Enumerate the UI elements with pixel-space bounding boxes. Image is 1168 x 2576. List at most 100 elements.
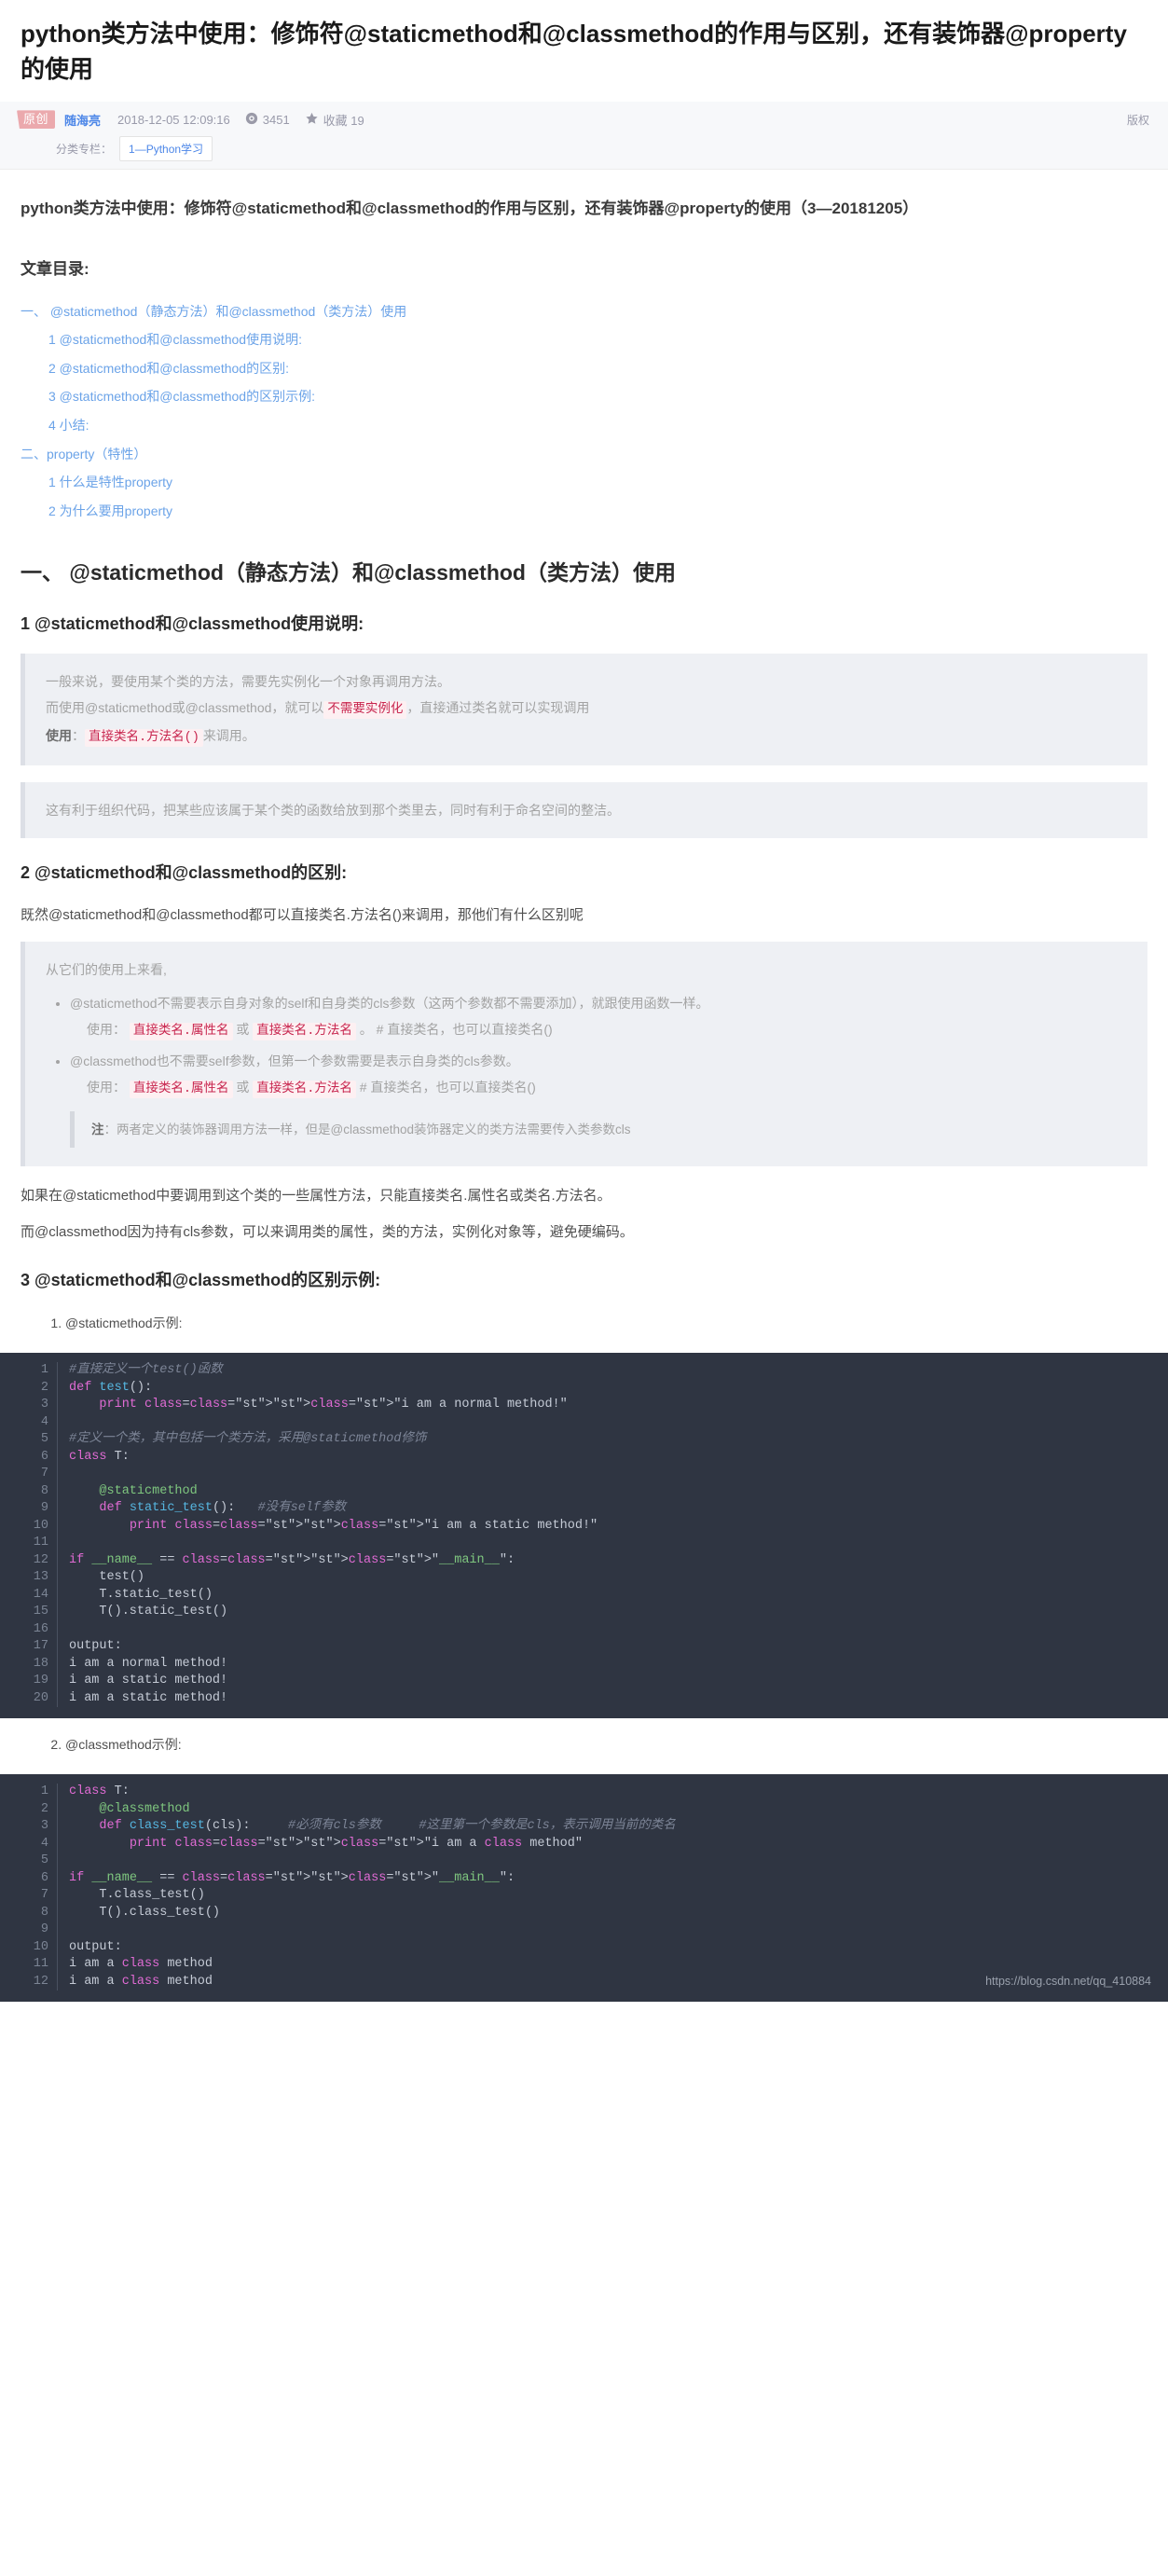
code-line: @classmethod: [99, 1801, 190, 1816]
usage-line: 使用： 直接类名.属性名 或 直接类名.方法名 。 # 直接类名，也可以直接类名…: [70, 1016, 1131, 1044]
line-number: 15: [33, 1605, 48, 1619]
line-number: 18: [33, 1656, 48, 1671]
page-title: python类方法中使用：修饰符@staticmethod和@classmeth…: [21, 20, 1127, 83]
inline-code: 直接类名.方法名: [253, 1023, 356, 1041]
list-item: @classmethod示例:: [65, 1731, 1147, 1757]
note-box-3: 从它们的使用上来看, @staticmethod不需要表示自身对象的self和自…: [21, 942, 1147, 1167]
code-line: output:: [69, 1639, 122, 1654]
line-number: 10: [33, 1518, 48, 1533]
view-count-value: 3451: [262, 112, 290, 127]
eye-icon: [245, 112, 263, 128]
line-number: 10: [33, 1939, 48, 1954]
code-line: #定义一个类，其中包括一个类方法，采用@staticmethod修饰: [69, 1432, 427, 1447]
author-link[interactable]: 随海亮: [64, 111, 101, 129]
line-number: 19: [33, 1674, 48, 1688]
meta-row-primary: 原创 随海亮 2018-12-05 12:09:16 3451 收藏 19: [0, 108, 1168, 131]
code-line: i am a normal method!: [69, 1656, 228, 1671]
line-number: 12: [33, 1552, 48, 1567]
note-text: ，直接通过类名就可以实现调用: [406, 699, 590, 715]
line-number: 7: [40, 1888, 48, 1903]
note-line: 而使用@staticmethod或@classmethod，就可以 不需要实例化，…: [46, 695, 1131, 723]
code-line: @staticmethod: [99, 1483, 198, 1498]
code-line: print class=class="st">"st">class="st">"…: [129, 1518, 598, 1533]
code-text[interactable]: class T: @classmethod def class_test(cls…: [58, 1784, 1168, 1991]
code-line: print class=class="st">"st">class="st">"…: [129, 1836, 583, 1851]
toc-link[interactable]: 1 @staticmethod和@classmethod使用说明:: [21, 325, 302, 353]
watermark-url: https://blog.csdn.net/qq_410884: [985, 1975, 1151, 1989]
code-line: i am a static method!: [69, 1674, 228, 1688]
example-list-2: @classmethod示例:: [21, 1731, 1147, 1757]
note-text: ：: [72, 727, 85, 743]
inline-code: 直接类名.方法名: [253, 1081, 356, 1099]
code-text[interactable]: #直接定义一个test()函数 def test(): print class=c…: [58, 1362, 1168, 1707]
note-text: 而使用@staticmethod或@classmethod，就可以: [46, 699, 324, 715]
line-number: 16: [33, 1621, 48, 1636]
paragraph-tail-2: 而@classmethod因为持有cls参数，可以来调用类的属性，类的方法，实例…: [21, 1223, 634, 1240]
section-heading-one: 一、 @staticmethod（静态方法）和@classmethod（类方法）…: [21, 560, 676, 585]
list-item: 4 小结:: [21, 411, 1147, 440]
toc-link[interactable]: 2 为什么要用property: [21, 497, 172, 525]
line-number: 11: [33, 1957, 48, 1972]
table-of-contents: 一、 @staticmethod（静态方法）和@classmethod（类方法）…: [21, 297, 1147, 526]
line-number: 8: [40, 1905, 48, 1920]
toc-title: 文章目录:: [21, 260, 89, 279]
subsection-heading-1: 1 @staticmethod和@classmethod使用说明:: [21, 613, 364, 633]
list-item: 2 为什么要用property: [21, 497, 1147, 526]
article-page: python类方法中使用：修饰符@staticmethod和@classmeth…: [0, 17, 1168, 2003]
code-line: T().class_test(): [69, 1905, 221, 1920]
code-line: def static_test(): #没有self参数: [99, 1501, 347, 1516]
list-item: 1 什么是特性property: [21, 468, 1147, 497]
article-body: python类方法中使用：修饰符@staticmethod和@classmeth…: [0, 170, 1168, 2003]
toc-link[interactable]: 一、 @staticmethod（静态方法）和@classmethod（类方法）…: [21, 297, 406, 325]
usage-or: 或: [236, 1022, 250, 1038]
star-icon: [305, 112, 323, 128]
example-list-1: @staticmethod示例:: [21, 1310, 1147, 1336]
line-number: 3: [40, 1398, 48, 1412]
line-number: 9: [40, 1922, 48, 1937]
view-count: 3451: [245, 112, 290, 128]
bullet-text: @staticmethod不需要表示自身对象的self和自身类的cls参数（这两…: [70, 996, 709, 1012]
code-block-classmethod: 1 2 3 4 5 6 7 8 9 10 11 12 class T: @cla…: [0, 1774, 1168, 2003]
line-number: 12: [33, 1974, 48, 1989]
code-line: i am a static method!: [69, 1690, 228, 1705]
code-line: T.class_test(): [69, 1888, 205, 1903]
note-intro: 从它们的使用上来看,: [46, 962, 167, 978]
code-line: class T:: [69, 1449, 130, 1464]
line-number: 2: [40, 1801, 48, 1816]
subsection-heading-2: 2 @staticmethod和@classmethod的区别:: [21, 862, 348, 882]
favorite-count: 收藏 19: [305, 111, 364, 129]
code-body: 1 2 3 4 5 6 7 8 9 10 11 12 class T: @cla…: [0, 1784, 1168, 1991]
column-chip[interactable]: 1—Python学习: [119, 136, 213, 162]
list-item: @staticmethod不需要表示自身对象的self和自身类的cls参数（这两…: [70, 990, 1131, 1044]
toc-link[interactable]: 3 @staticmethod和@classmethod的区别示例:: [21, 382, 315, 410]
meta-row-column: 分类专栏： 1—Python学习: [0, 136, 1168, 162]
line-number: 1: [40, 1784, 48, 1799]
line-number: 5: [40, 1432, 48, 1447]
code-line: def class_test(cls): #必须有cls参数 #这里第一个参数是…: [99, 1819, 676, 1834]
toc-link[interactable]: 2 @staticmethod和@classmethod的区别:: [21, 354, 289, 382]
line-number-gutter: 1 2 3 4 5 6 7 8 9 10 11 12 13 14 15 16 1: [0, 1362, 58, 1708]
list-item: 二、property（特性）: [21, 440, 1147, 469]
toc-link[interactable]: 二、property（特性）: [21, 440, 146, 468]
toc-link[interactable]: 1 什么是特性property: [21, 468, 172, 496]
document-subtitle: python类方法中使用：修饰符@staticmethod和@classmeth…: [21, 200, 919, 218]
usage-tail: 。 # 直接类名，也可以直接类名(): [359, 1022, 553, 1038]
line-number: 1: [40, 1363, 48, 1378]
code-line: if __name__ == class=class="st">"st">cla…: [69, 1552, 515, 1567]
line-number: 14: [33, 1587, 48, 1602]
original-badge: 原创: [17, 110, 56, 130]
toc-link[interactable]: 4 小结:: [21, 411, 89, 439]
list-item: @staticmethod示例:: [65, 1310, 1147, 1336]
note-box-2: 这有利于组织代码，把某些应该属于某个类的函数给放到那个类里去，同时有利于命名空间…: [21, 781, 1147, 838]
usage-tail: # 直接类名，也可以直接类名(): [359, 1080, 536, 1095]
line-number: 11: [33, 1536, 48, 1550]
line-number-gutter: 1 2 3 4 5 6 7 8 9 10 11 12: [0, 1784, 58, 1991]
code-line: if __name__ == class=class="st">"st">cla…: [69, 1870, 515, 1885]
note-line: 使用： 直接类名.方法名() 来调用。: [46, 723, 1131, 751]
line-number: 20: [33, 1690, 48, 1705]
